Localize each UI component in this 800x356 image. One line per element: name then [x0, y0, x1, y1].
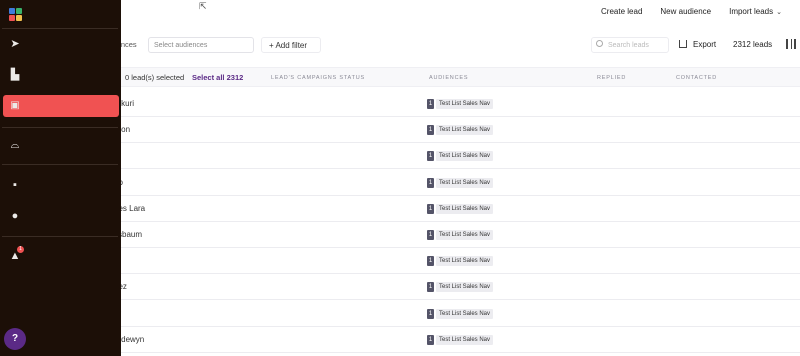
audience-count: 1 — [427, 124, 434, 135]
audience-count: 1 — [427, 203, 434, 214]
chevron-down-icon: ⌄ — [776, 9, 782, 16]
app-window: ⇱ Create lead New audience Import leads ⌄… — [0, 0, 800, 356]
selected-count: 0 lead(s) selected — [125, 73, 185, 82]
audience-label: Test List Sales Nav — [436, 308, 494, 319]
audience-count: 1 — [427, 229, 434, 240]
column-audiences[interactable]: AUDIENCES — [429, 75, 468, 81]
audience-label: Test List Sales Nav — [436, 255, 494, 266]
search-placeholder: Search leads — [608, 42, 649, 49]
audience-tag: 1 Test List Sales Nav — [427, 281, 494, 292]
search-icon — [596, 40, 603, 47]
audience-tag: 1 Test List Sales Nav — [427, 177, 494, 188]
audience-count: 1 — [427, 334, 434, 345]
team-icon[interactable]: ● — [8, 209, 22, 223]
mouse-cursor-icon: ⇱ — [199, 1, 207, 11]
audience-label: Test List Sales Nav — [436, 281, 494, 292]
audience-label: Test List Sales Nav — [436, 124, 494, 135]
audience-count: 1 — [427, 255, 434, 266]
audience-label: Test List Sales Nav — [436, 229, 494, 240]
sidebar: ➤ ▙ ▣ ⌓ ▪ ● ▲ 1 ? — [0, 0, 121, 356]
sidebar-divider — [2, 28, 118, 29]
column-replied[interactable]: REPLIED — [597, 75, 626, 81]
audience-tag: 1 Test List Sales Nav — [427, 150, 494, 161]
audience-label: Test List Sales Nav — [436, 334, 494, 345]
send-icon[interactable]: ➤ — [8, 37, 22, 51]
audience-count: 1 — [427, 281, 434, 292]
audience-tag: 1 Test List Sales Nav — [427, 124, 494, 135]
sidebar-divider — [2, 164, 118, 165]
export-label: Export — [693, 40, 717, 49]
new-audience-button[interactable]: New audience — [660, 7, 711, 16]
logo-icon[interactable] — [8, 7, 22, 21]
chart-icon[interactable]: ▙ — [8, 68, 22, 82]
help-button[interactable]: ? — [4, 328, 26, 350]
audience-tag: 1 Test List Sales Nav — [427, 203, 494, 214]
lead-count: 2312 leads — [733, 40, 773, 49]
logo-square-red — [9, 15, 15, 21]
logo-square-green — [16, 8, 22, 14]
audience-tag: 1 Test List Sales Nav — [427, 334, 494, 345]
search-input[interactable]: Search leads — [591, 37, 669, 53]
import-leads-label: Import leads — [729, 7, 774, 16]
contacts-icon[interactable]: ▣ — [8, 99, 22, 113]
audience-count: 1 — [427, 177, 434, 188]
export-button[interactable]: Export — [679, 40, 716, 49]
columns-icon[interactable] — [786, 39, 796, 49]
audience-label: Test List Sales Nav — [436, 150, 494, 161]
audience-label: Test List Sales Nav — [436, 177, 494, 188]
audiences-select[interactable]: Select audiences — [148, 37, 254, 53]
logo-square-yellow — [16, 15, 22, 21]
header-actions: Create lead New audience Import leads ⌄ — [601, 7, 782, 16]
audience-count: 1 — [427, 98, 434, 109]
logo-square-blue — [9, 8, 15, 14]
download-icon — [679, 40, 687, 48]
notification-badge: 1 — [17, 246, 24, 253]
audience-tag: 1 Test List Sales Nav — [427, 98, 494, 109]
audience-label: Test List Sales Nav — [436, 203, 494, 214]
column-campaign-status[interactable]: LEAD'S CAMPAIGNS STATUS — [271, 75, 365, 81]
audience-label: Test List Sales Nav — [436, 98, 494, 109]
audience-tag: 1 Test List Sales Nav — [427, 229, 494, 240]
column-contacted[interactable]: CONTACTED — [676, 75, 717, 81]
create-lead-button[interactable]: Create lead — [601, 7, 642, 16]
import-leads-button[interactable]: Import leads ⌄ — [729, 7, 782, 16]
add-filter-button[interactable]: + Add filter — [261, 37, 321, 53]
inbox-icon[interactable]: ⌓ — [8, 138, 22, 152]
sidebar-divider — [2, 236, 118, 237]
audience-count: 1 — [427, 308, 434, 319]
audience-tag: 1 Test List Sales Nav — [427, 255, 494, 266]
select-all-link[interactable]: Select all 2312 — [192, 73, 243, 82]
audience-tag: 1 Test List Sales Nav — [427, 308, 494, 319]
sidebar-divider — [2, 127, 118, 128]
audience-count: 1 — [427, 150, 434, 161]
bot-icon[interactable]: ▪ — [8, 178, 22, 192]
